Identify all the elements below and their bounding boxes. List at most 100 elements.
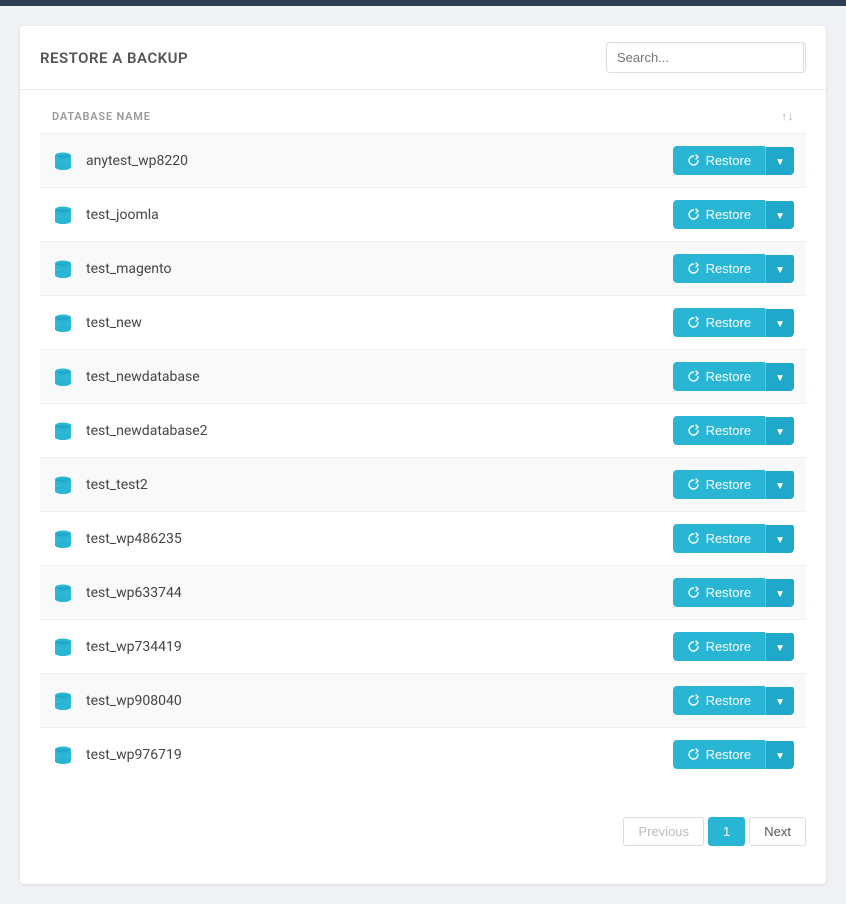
database-name: test_wp976719	[86, 747, 673, 763]
restore-icon	[687, 640, 700, 653]
chevron-down-icon: ▼	[775, 373, 785, 384]
restore-icon	[687, 316, 700, 329]
database-name: test_newdatabase	[86, 369, 673, 385]
restore-dropdown-button[interactable]: ▼	[765, 309, 794, 337]
table-container: DATABASE NAME ↑↓ anytest_wp8220	[20, 90, 826, 801]
database-icon	[52, 528, 74, 550]
search-button[interactable]	[803, 43, 806, 72]
table-row: test_newdatabase Restore ▼	[40, 350, 806, 404]
restore-icon	[687, 208, 700, 221]
database-name: test_newdatabase2	[86, 423, 673, 439]
restore-main-button[interactable]: Restore	[673, 524, 766, 553]
restore-main-button[interactable]: Restore	[673, 740, 766, 769]
table-row: test_newdatabase2 Restore ▼	[40, 404, 806, 458]
restore-icon	[687, 478, 700, 491]
table-row: test_wp486235 Restore ▼	[40, 512, 806, 566]
card: RESTORE A BACKUP DATABASE NAME ↑↓	[20, 26, 826, 884]
database-name: test_new	[86, 315, 673, 331]
restore-icon	[687, 694, 700, 707]
table-row: test_joomla Restore ▼	[40, 188, 806, 242]
restore-main-button[interactable]: Restore	[673, 686, 766, 715]
restore-main-button[interactable]: Restore	[673, 254, 766, 283]
restore-dropdown-button[interactable]: ▼	[765, 741, 794, 769]
restore-main-button[interactable]: Restore	[673, 416, 766, 445]
restore-dropdown-button[interactable]: ▼	[765, 255, 794, 283]
restore-main-button[interactable]: Restore	[673, 632, 766, 661]
table-row: test_wp976719 Restore ▼	[40, 728, 806, 781]
column-name-header: DATABASE NAME	[52, 110, 781, 123]
database-icon	[52, 474, 74, 496]
database-icon	[52, 204, 74, 226]
restore-icon	[687, 262, 700, 275]
restore-dropdown-button[interactable]: ▼	[765, 417, 794, 445]
restore-dropdown-button[interactable]: ▼	[765, 147, 794, 175]
page-1-button[interactable]: 1	[708, 817, 745, 846]
table-body: anytest_wp8220 Restore ▼	[40, 134, 806, 781]
database-name: test_wp486235	[86, 531, 673, 547]
chevron-down-icon: ▼	[775, 697, 785, 708]
table-row: test_new Restore ▼	[40, 296, 806, 350]
chevron-down-icon: ▼	[775, 751, 785, 762]
restore-button-group: Restore ▼	[673, 578, 794, 607]
database-icon	[52, 312, 74, 334]
database-icon	[52, 366, 74, 388]
restore-main-button[interactable]: Restore	[673, 362, 766, 391]
restore-main-button[interactable]: Restore	[673, 578, 766, 607]
database-icon	[52, 636, 74, 658]
table-row: test_test2 Restore ▼	[40, 458, 806, 512]
chevron-down-icon: ▼	[775, 481, 785, 492]
page-title: RESTORE A BACKUP	[40, 49, 188, 67]
database-icon	[52, 690, 74, 712]
restore-button-group: Restore ▼	[673, 470, 794, 499]
restore-main-button[interactable]: Restore	[673, 470, 766, 499]
database-icon	[52, 150, 74, 172]
chevron-down-icon: ▼	[775, 265, 785, 276]
top-bar	[0, 0, 846, 6]
restore-button-group: Restore ▼	[673, 254, 794, 283]
chevron-down-icon: ▼	[775, 157, 785, 168]
restore-dropdown-button[interactable]: ▼	[765, 579, 794, 607]
restore-dropdown-button[interactable]: ▼	[765, 633, 794, 661]
sort-arrows: ↑↓	[781, 110, 794, 123]
restore-main-button[interactable]: Restore	[673, 308, 766, 337]
restore-button-group: Restore ▼	[673, 524, 794, 553]
sort-button[interactable]: ↑↓	[781, 110, 794, 123]
chevron-down-icon: ▼	[775, 211, 785, 222]
database-name: test_wp633744	[86, 585, 673, 601]
restore-dropdown-button[interactable]: ▼	[765, 471, 794, 499]
database-icon	[52, 258, 74, 280]
table-row: test_wp633744 Restore ▼	[40, 566, 806, 620]
restore-icon	[687, 370, 700, 383]
table-header: DATABASE NAME ↑↓	[40, 100, 806, 134]
database-icon	[52, 420, 74, 442]
restore-button-group: Restore ▼	[673, 308, 794, 337]
previous-button[interactable]: Previous	[623, 817, 704, 846]
restore-main-button[interactable]: Restore	[673, 146, 766, 175]
restore-dropdown-button[interactable]: ▼	[765, 525, 794, 553]
card-header: RESTORE A BACKUP	[20, 26, 826, 90]
restore-icon	[687, 586, 700, 599]
search-input[interactable]	[607, 44, 803, 71]
restore-icon	[687, 748, 700, 761]
database-name: test_joomla	[86, 207, 673, 223]
chevron-down-icon: ▼	[775, 643, 785, 654]
search-box	[606, 42, 806, 73]
table-row: anytest_wp8220 Restore ▼	[40, 134, 806, 188]
database-name: test_wp734419	[86, 639, 673, 655]
chevron-down-icon: ▼	[775, 427, 785, 438]
restore-button-group: Restore ▼	[673, 362, 794, 391]
database-name: test_wp908040	[86, 693, 673, 709]
restore-icon	[687, 154, 700, 167]
restore-main-button[interactable]: Restore	[673, 200, 766, 229]
restore-dropdown-button[interactable]: ▼	[765, 687, 794, 715]
restore-button-group: Restore ▼	[673, 686, 794, 715]
table-row: test_wp734419 Restore ▼	[40, 620, 806, 674]
restore-dropdown-button[interactable]: ▼	[765, 363, 794, 391]
database-name: anytest_wp8220	[86, 153, 673, 169]
table-row: test_magento Restore ▼	[40, 242, 806, 296]
database-name: test_test2	[86, 477, 673, 493]
restore-button-group: Restore ▼	[673, 632, 794, 661]
chevron-down-icon: ▼	[775, 589, 785, 600]
next-button[interactable]: Next	[749, 817, 806, 846]
restore-dropdown-button[interactable]: ▼	[765, 201, 794, 229]
